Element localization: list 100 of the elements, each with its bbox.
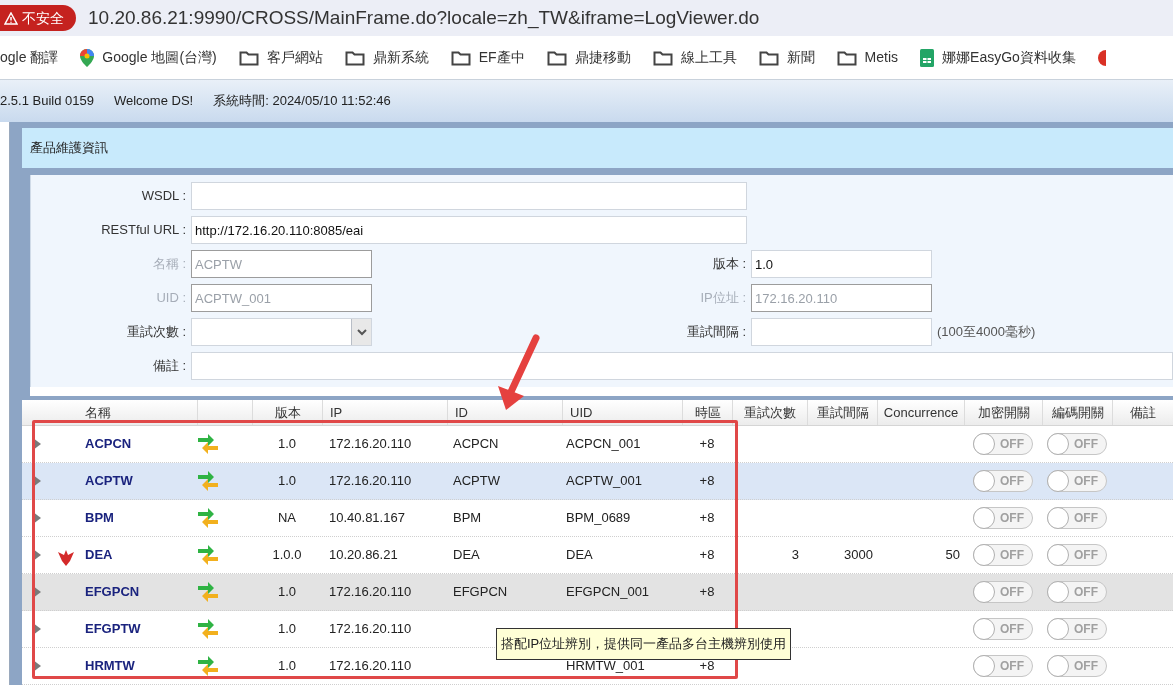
- field-label: 版本 :: [711, 255, 747, 274]
- table-cell-text: ACPCN_001: [565, 435, 642, 454]
- table-cell-text: HRMTW_001: [565, 657, 646, 676]
- bookmark[interactable]: 新聞: [758, 47, 815, 68]
- table-row[interactable]: ACPTW 1.0 172.16.20.110 ACPTW ACPTW_001 +8 OFF OFF: [22, 463, 1173, 500]
- table-cell-text: +8: [698, 657, 716, 676]
- field-label: 重試間隔 :: [685, 323, 747, 342]
- expand-arrow-icon[interactable]: [32, 622, 42, 636]
- table-cell-text: DEA: [565, 546, 594, 565]
- table-cell-text: +8: [698, 583, 716, 602]
- table-row[interactable]: EFGPCN 1.0 172.16.20.110 EFGPCN EFGPCN_001 +8 OFF OFF: [22, 574, 1173, 611]
- column-header[interactable]: ID: [455, 402, 468, 423]
- column-header[interactable]: 重試間隔: [816, 402, 869, 423]
- sync-arrows-icon[interactable]: [197, 581, 219, 603]
- table-cell-text: ACPCN: [452, 435, 500, 454]
- column-header[interactable]: Concurrence: [883, 402, 959, 423]
- version-text: 2.5.1 Build 0159: [0, 92, 94, 111]
- input-field[interactable]: [191, 182, 747, 210]
- spreadsheet-icon: [920, 48, 935, 67]
- hint-text: (100至4000毫秒): [937, 323, 1036, 342]
- product-link[interactable]: EFGPCN: [82, 582, 197, 602]
- table-cell-text: +8: [698, 435, 716, 454]
- input-field[interactable]: [191, 352, 1173, 380]
- table-cell-text: 1.0: [276, 620, 298, 639]
- input-field[interactable]: 1.0: [751, 250, 932, 278]
- table-cell-text: EFGPCN_001: [565, 583, 651, 602]
- column-header[interactable]: 時區: [694, 402, 721, 423]
- table-cell-text: EFGPCN: [452, 583, 509, 602]
- sync-arrows-icon[interactable]: [197, 470, 219, 492]
- bookmark[interactable]: 客戶網站: [238, 47, 323, 68]
- bookmark[interactable]: Metis: [836, 47, 899, 68]
- panel-title: 產品維護資訊: [22, 128, 1173, 168]
- table-cell-text: 10.20.86.21: [328, 546, 399, 565]
- expand-arrow-icon[interactable]: [32, 548, 42, 562]
- expand-arrow-icon[interactable]: [32, 659, 42, 673]
- folder-icon: [546, 49, 567, 66]
- expand-arrow-icon[interactable]: [32, 474, 42, 488]
- bookmark[interactable]: 鼎捷移動: [546, 47, 631, 68]
- bookmark[interactable]: 線上工具: [652, 47, 737, 68]
- field-label: RESTful URL :: [100, 221, 187, 240]
- table-cell-text: 1.0: [276, 657, 298, 676]
- column-header[interactable]: 重試次數: [744, 402, 796, 423]
- column-header[interactable]: 編碼開關: [1051, 402, 1104, 423]
- table-cell-text: 172.16.20.110: [328, 583, 413, 602]
- sync-arrows-icon[interactable]: [197, 618, 219, 640]
- table-cell-text: ACPTW: [452, 472, 501, 491]
- bookmark[interactable]: 鼎新系統: [344, 47, 429, 68]
- table-cell-text: 3000: [843, 546, 874, 565]
- bookmark[interactable]: Google 地圖(台灣): [80, 47, 217, 68]
- select-field[interactable]: [191, 318, 372, 346]
- sync-arrows-icon[interactable]: [197, 507, 219, 529]
- expand-arrow-icon[interactable]: [32, 511, 42, 525]
- table-cell-text: 1.0.0: [271, 546, 303, 565]
- table-cell-text: NA: [276, 509, 298, 528]
- bookmark-icon[interactable]: [1097, 49, 1106, 66]
- product-link[interactable]: ACPCN: [82, 434, 197, 454]
- folder-icon: [758, 49, 779, 66]
- tooltip: 搭配IP位址辨別，提供同一產品多台主機辨別使用: [496, 628, 792, 660]
- column-header[interactable]: 備註: [1130, 402, 1156, 423]
- column-header[interactable]: UID: [570, 402, 593, 423]
- field-label: 備註 :: [151, 357, 187, 376]
- table-cell-text: +8: [698, 472, 716, 491]
- expand-arrow-icon[interactable]: [32, 437, 42, 451]
- table-cell-text: 1.0: [276, 435, 298, 454]
- product-link[interactable]: HRMTW: [82, 656, 197, 676]
- product-link[interactable]: EFGPTW: [82, 619, 197, 639]
- map-pin-icon: [80, 48, 95, 67]
- table-cell-text: ACPTW_001: [565, 472, 643, 491]
- sync-arrows-icon[interactable]: [197, 433, 219, 455]
- table-cell-text: DEA: [452, 546, 481, 565]
- folder-icon: [238, 49, 259, 66]
- folder-icon: [344, 49, 365, 66]
- column-header[interactable]: IP: [330, 402, 343, 423]
- product-link[interactable]: BPM: [82, 508, 197, 528]
- column-header[interactable]: 版本: [274, 402, 301, 423]
- sync-arrows-icon[interactable]: [197, 655, 219, 677]
- column-header[interactable]: 名稱: [85, 404, 111, 420]
- security-badge[interactable]: 不安全: [0, 5, 76, 31]
- field-label: 名稱 :: [151, 255, 187, 274]
- table-cell-text: BPM_0689: [565, 509, 632, 528]
- field-label: 重試次數 :: [125, 323, 187, 342]
- product-link[interactable]: DEA: [82, 545, 197, 565]
- table-cell-text: 1.0: [276, 583, 298, 602]
- table-cell-text: +8: [698, 546, 716, 565]
- product-link[interactable]: ACPTW: [82, 471, 197, 491]
- sync-arrows-icon[interactable]: [197, 544, 219, 566]
- table-cell-text: 1.0: [276, 472, 298, 491]
- bookmark[interactable]: EF產中: [450, 47, 525, 68]
- table-cell-text: 172.16.20.110: [328, 435, 413, 454]
- input-field[interactable]: http://172.16.20.110:8085/eai: [191, 216, 747, 244]
- expand-arrow-icon[interactable]: [32, 585, 42, 599]
- bookmark[interactable]: 娜娜EasyGo資料收集: [920, 47, 1076, 68]
- folder-icon: [836, 49, 857, 66]
- warning-icon: [4, 11, 18, 25]
- table-cell-text: 3: [790, 546, 800, 565]
- system-time-text: 系統時間: 2024/05/10 11:52:46: [213, 92, 391, 111]
- url-text[interactable]: 10.20.86.21:9990/CROSS/MainFrame.do?locale=zh_TW&iframe=LogViewer.do: [88, 3, 760, 33]
- bookmark[interactable]: ogle 翻譯: [0, 47, 59, 68]
- input-field[interactable]: [751, 318, 932, 346]
- column-header[interactable]: 加密開關: [977, 402, 1030, 423]
